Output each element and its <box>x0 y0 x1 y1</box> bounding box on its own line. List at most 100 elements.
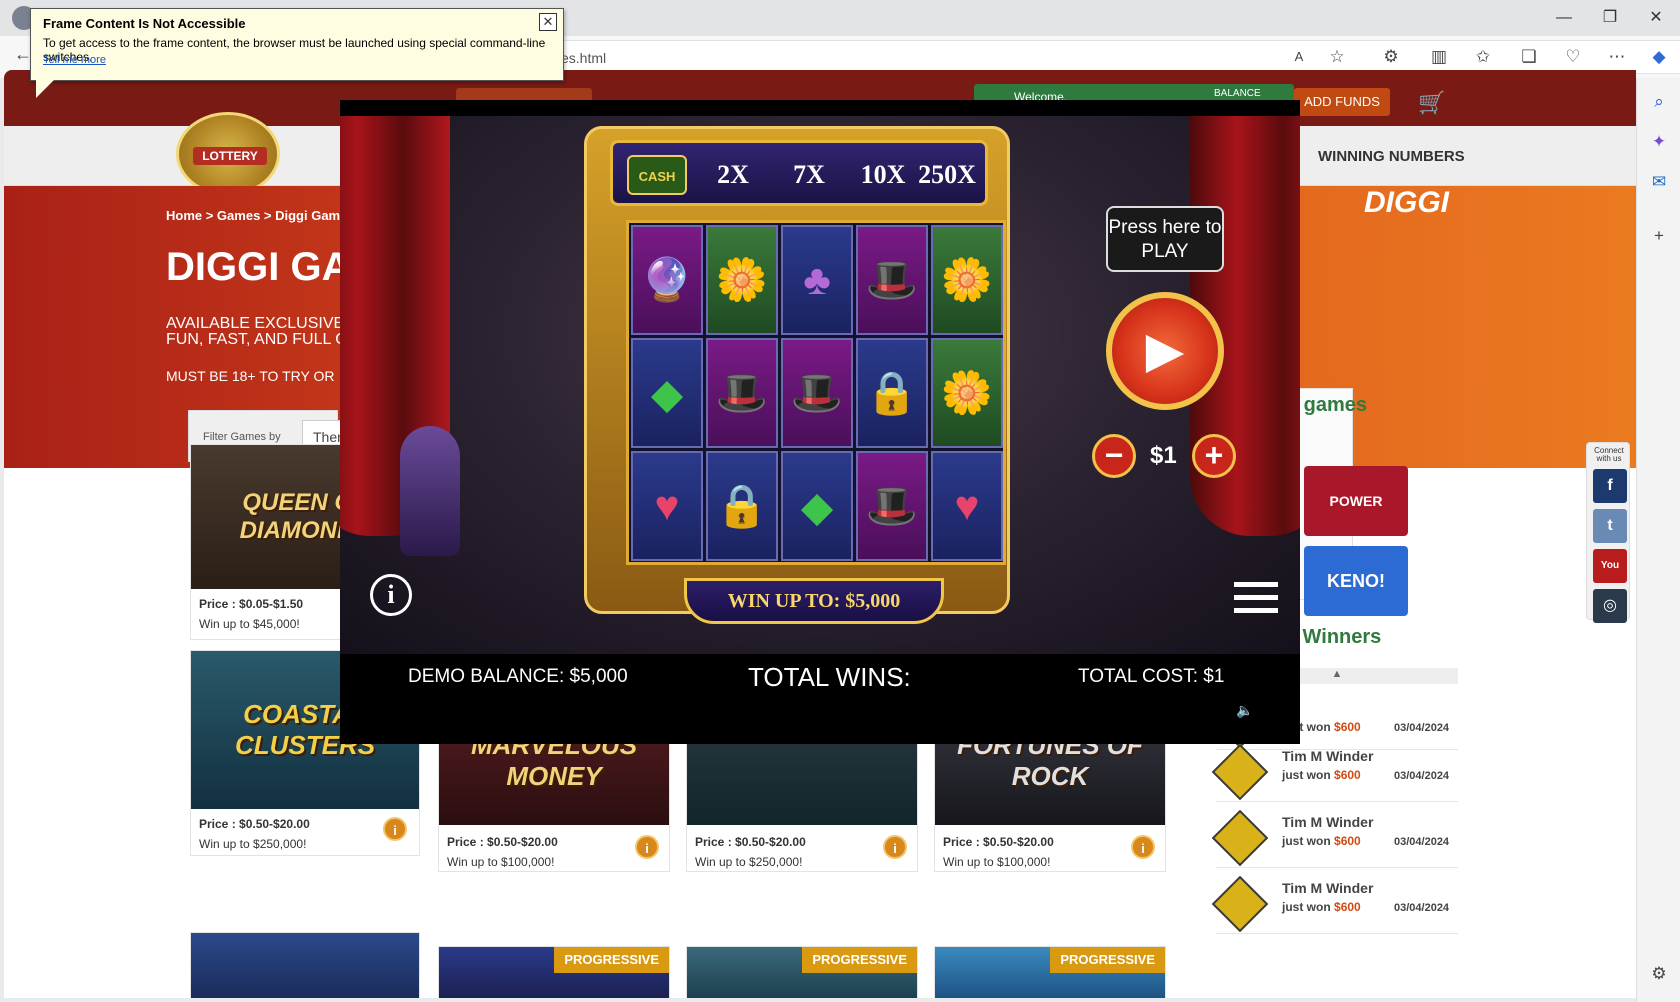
add-icon[interactable]: + <box>1647 224 1671 248</box>
facebook-icon[interactable]: f <box>1593 469 1627 503</box>
heart-icon: ♥ <box>631 451 703 561</box>
youtube-icon[interactable]: You <box>1593 549 1627 583</box>
flower-icon: 🌼 <box>706 225 778 335</box>
flower-icon: 🌼 <box>931 338 1003 448</box>
cash-badge: CASH <box>627 155 687 195</box>
game-win: Win up to $250,000! <box>695 855 803 869</box>
lottery-logo[interactable]: LOTTERY <box>176 112 280 196</box>
game-stage: CASH 2X 7X 10X 250X 🔮 🌼 ♣ 🎩 🌼 ◆ 🎩 🎩 🔒 🌼 ♥ 🔒 ◆ 🎩 ♥ WIN … <box>340 116 1300 654</box>
outlook-icon[interactable]: ✉ <box>1647 170 1671 194</box>
multiplier: 7X <box>793 160 825 189</box>
read-aloud-icon[interactable]: A <box>1286 44 1312 70</box>
magic-hat-icon: 🎩 <box>706 338 778 448</box>
game-price: Price : $0.05-$1.50 <box>199 597 304 611</box>
tooltip-message: To get access to the frame content, the … <box>43 36 546 64</box>
extensions-icon[interactable]: ⚙ <box>1378 44 1404 70</box>
game-info-icon[interactable]: i <box>635 835 659 859</box>
winner-date: 03/04/2024 <box>1394 722 1450 734</box>
winner-row: Tim M Winder just won $600 03/04/2024 <box>1211 740 1458 802</box>
instagram-icon[interactable]: ◎ <box>1593 589 1627 623</box>
game-win: Win up to $250,000! <box>199 837 307 851</box>
balance-label: BALANCE <box>1214 88 1261 99</box>
winner-name: Tim M Winder <box>1282 814 1374 830</box>
game-win: Win up to $100,000! <box>447 855 555 869</box>
demo-balance: DEMO BALANCE: $5,000 <box>408 666 628 687</box>
game-win: Win up to $45,000! <box>199 617 300 631</box>
breadcrumb[interactable]: Home > Games > Diggi Gam <box>166 208 340 223</box>
game-card[interactable]: PROGRESSIVE <box>438 946 670 998</box>
winner-date: 03/04/2024 <box>1394 770 1450 782</box>
game-price: Price : $0.50-$20.00 <box>199 817 310 831</box>
game-card[interactable]: PROGRESSIVE <box>686 946 918 998</box>
browser-essentials-icon[interactable]: ♡ <box>1560 44 1586 70</box>
copilot-side-icon[interactable]: ✦ <box>1647 130 1671 154</box>
favorites-icon[interactable]: ✩ <box>1470 44 1496 70</box>
game-modal: CASH 2X 7X 10X 250X 🔮 🌼 ♣ 🎩 🌼 ◆ 🎩 🎩 🔒 🌼 ♥ 🔒 ◆ 🎩 ♥ WIN … <box>340 100 1300 744</box>
diamond-icon: ◆ <box>781 451 853 561</box>
twitter-icon[interactable]: t <box>1593 509 1627 543</box>
close-icon[interactable]: ✕ <box>539 13 557 31</box>
bet-amount: $1 <box>1150 442 1177 469</box>
club-icon: ♣ <box>781 225 853 335</box>
favorite-star-icon[interactable]: ☆ <box>1324 44 1350 70</box>
copilot-icon[interactable]: ◆ <box>1646 44 1672 70</box>
hamburger-menu-icon[interactable] <box>1234 582 1278 618</box>
connect-label: Connect with us <box>1594 446 1624 463</box>
sound-icon[interactable]: 🔈 <box>1236 702 1253 719</box>
minimize-icon[interactable]: — <box>1552 6 1576 30</box>
winner-row: Tim M Winder just won $600 03/04/2024 <box>1211 806 1458 868</box>
cart-icon[interactable]: 🛒 <box>1418 90 1445 116</box>
url-text: es.html <box>561 50 607 66</box>
split-screen-icon[interactable]: ▥ <box>1426 44 1452 70</box>
winner-row: Tim M Winder just won $600 03/04/2024 <box>1211 872 1458 934</box>
win-up-to-banner: WIN UP TO: $5,000 <box>684 578 944 624</box>
progressive-badge: PROGRESSIVE <box>1050 947 1165 973</box>
more-icon[interactable]: ⋯ <box>1604 44 1630 70</box>
keno-tile[interactable]: KENO! <box>1304 546 1408 616</box>
multiplier: 10X <box>860 160 906 189</box>
cage-icon: 🔒 <box>706 451 778 561</box>
play-button[interactable]: ▶ <box>1106 292 1224 410</box>
collections-icon[interactable]: ❏ <box>1516 44 1542 70</box>
game-card[interactable] <box>190 932 420 998</box>
magic-hat-icon: 🎩 <box>856 451 928 561</box>
close-window-icon[interactable]: ✕ <box>1644 6 1668 30</box>
increase-bet-button[interactable]: + <box>1192 434 1236 478</box>
cage-icon: 🔒 <box>856 338 928 448</box>
frame-not-accessible-tooltip: Frame Content Is Not Accessible To get a… <box>30 8 564 81</box>
diggi-brand: DIGGI <box>1364 186 1450 219</box>
total-wins: TOTAL WINS: <box>748 662 911 692</box>
press-play-hint: Press here to PLAY <box>1106 206 1224 272</box>
multiplier: 250X <box>918 160 976 189</box>
add-funds-button[interactable]: ADD FUNDS <box>1294 88 1390 116</box>
connect-panel: Connect with us f t You ◎ <box>1586 442 1630 623</box>
tell-me-more-link[interactable]: Tell me more <box>43 54 106 66</box>
powerball-tile[interactable]: POWER <box>1304 466 1408 536</box>
address-bar[interactable]: es.html <box>470 40 1680 74</box>
settings-icon[interactable]: ⚙ <box>1647 962 1671 986</box>
progressive-badge: PROGRESSIVE <box>554 947 669 973</box>
info-icon[interactable]: i <box>370 574 412 616</box>
maximize-icon[interactable]: ❐ <box>1598 6 1622 30</box>
winner-name: Tim M Winder <box>1282 748 1374 764</box>
edge-sidebar: ⌕ ✦ ✉ + ⚙ <box>1636 78 1680 1002</box>
game-info-icon[interactable]: i <box>1131 835 1155 859</box>
game-info-icon[interactable]: i <box>383 817 407 841</box>
winner-date: 03/04/2024 <box>1394 836 1450 848</box>
symbol-grid: 🔮 🌼 ♣ 🎩 🌼 ◆ 🎩 🎩 🔒 🌼 ♥ 🔒 ◆ 🎩 ♥ <box>626 220 1006 565</box>
progressive-badge: PROGRESSIVE <box>802 947 917 973</box>
decrease-bet-button[interactable]: − <box>1092 434 1136 478</box>
magic-hat-icon: 🎩 <box>856 225 928 335</box>
game-price: Price : $0.50-$20.00 <box>943 835 1054 849</box>
game-info-icon[interactable]: i <box>883 835 907 859</box>
magic-hat-icon: 🎩 <box>781 338 853 448</box>
total-cost: TOTAL COST: $1 <box>1078 666 1225 687</box>
winner-text: just won $600 <box>1282 834 1361 848</box>
game-card[interactable]: PROGRESSIVE <box>934 946 1166 998</box>
search-icon[interactable]: ⌕ <box>1647 90 1671 114</box>
winner-name: Tim M Winder <box>1282 880 1374 896</box>
hero-subtitle: AVAILABLE EXCLUSIVELY FUN, FAST, AND FUL… <box>166 315 363 348</box>
tooltip-title: Frame Content Is Not Accessible <box>43 16 246 31</box>
winner-date: 03/04/2024 <box>1394 902 1450 914</box>
nav-winning-numbers[interactable]: WINNING NUMBERS <box>1318 148 1465 165</box>
